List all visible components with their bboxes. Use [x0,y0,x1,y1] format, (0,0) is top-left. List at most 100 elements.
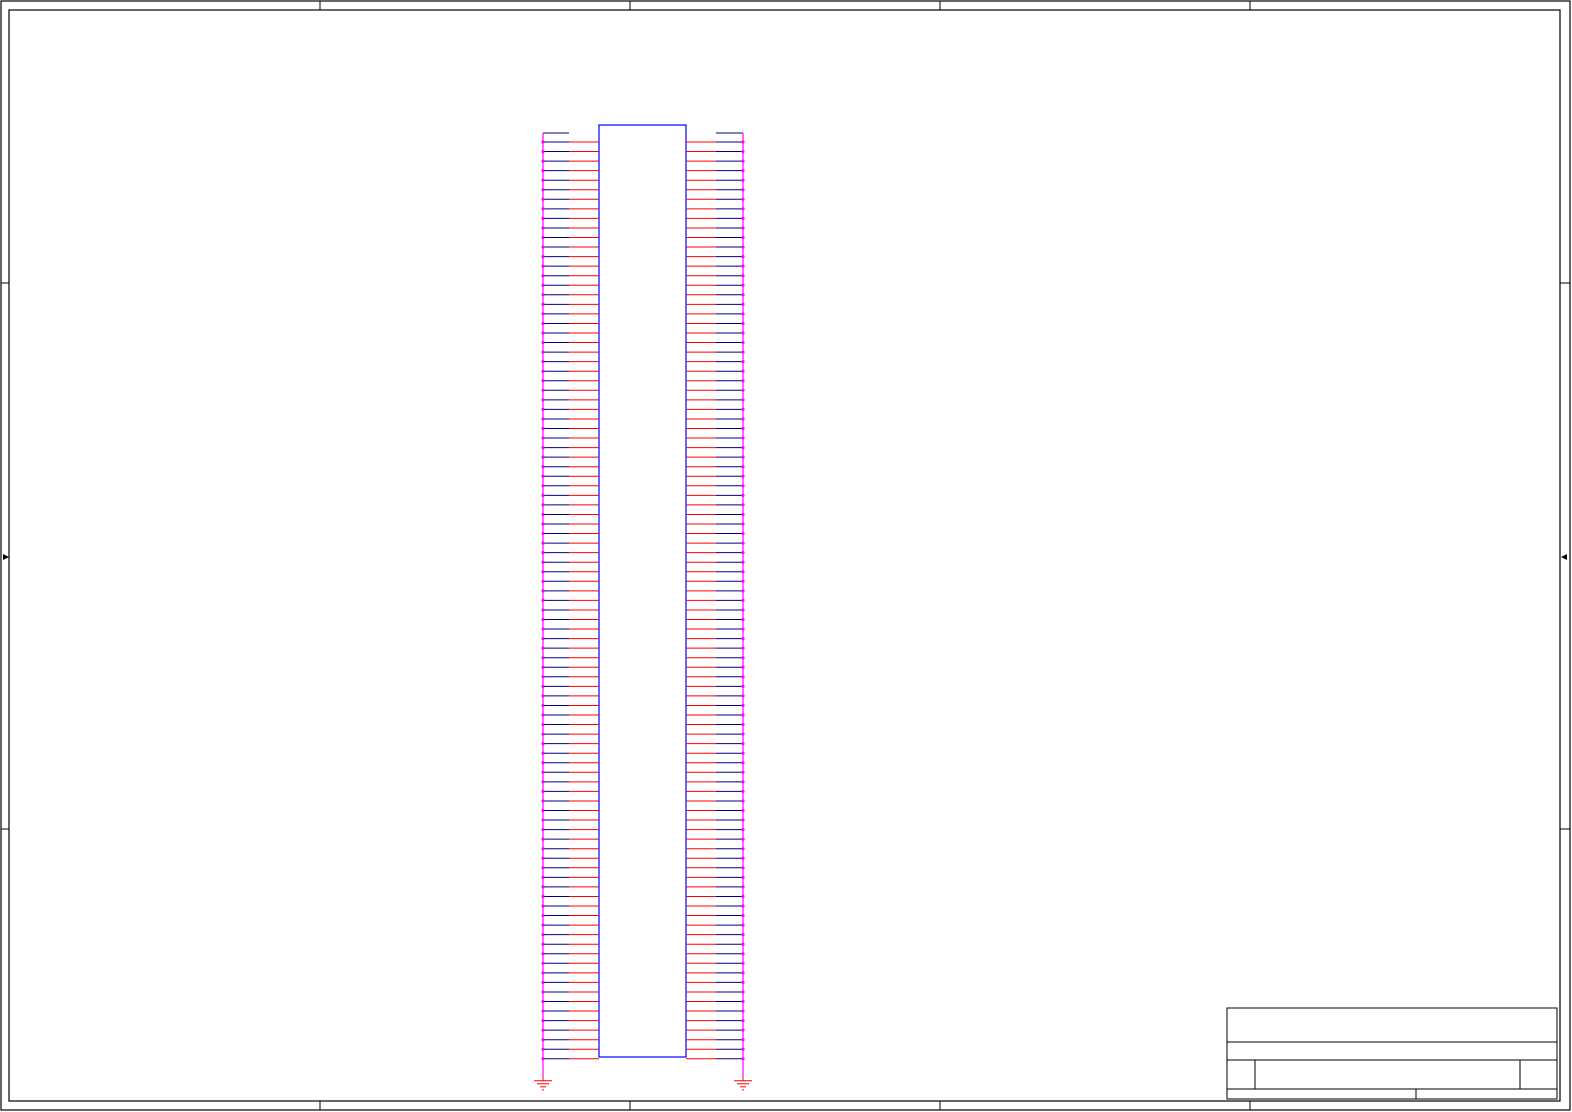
junction-dot-icon [541,331,545,335]
junction-dot-icon [541,140,545,144]
sheet-frame [0,0,1571,1111]
junction-dot-icon [541,703,545,708]
junction-dot-icon [541,722,545,727]
junction-dot-icon [741,999,745,1004]
junction-dot-icon [541,436,545,440]
junction-dot-icon [741,742,745,746]
junction-dot-icon [541,913,545,918]
title-block-frame [1226,1007,1558,1100]
outer-border [0,0,1571,1111]
junction-dot-icon [741,913,745,918]
junction-dot-icon [541,1028,545,1032]
junction-dot-icon [741,312,745,316]
junction-dot-icon [741,283,745,287]
junction-dot-icon [541,446,545,450]
junction-dot-icon [741,1047,745,1051]
junction-dot-icon [741,751,745,755]
junction-dot-icon [741,684,745,688]
junction-dot-icon [741,847,745,851]
junction-dot-icon [741,302,745,306]
junction-dot-icon [741,780,745,784]
junction-dot-icon [541,388,545,392]
junction-dot-icon [741,169,745,173]
junction-dot-icon [541,465,545,469]
junction-dot-icon [541,197,545,201]
junction-dot-icon [741,570,745,574]
junction-dot-icon [541,1009,545,1013]
junction-dot-icon [541,551,545,555]
junction-dot-icon [541,894,545,899]
junction-dot-icon [741,789,745,794]
junction-dot-icon [741,952,745,956]
junction-dot-icon [741,197,745,201]
junction-dot-icon [741,417,745,421]
junction-dot-icon [541,799,545,803]
junction-dot-icon [541,216,545,220]
junction-dot-icon [541,608,545,612]
junction-dot-icon [541,866,545,870]
junction-dot-icon [741,627,745,631]
junction-dot-icon [541,426,545,431]
junction-dot-icon [741,923,745,927]
junction-dot-icon [741,646,745,650]
junction-dot-icon [741,207,745,211]
junction-dot-icon [741,379,745,383]
junction-dot-icon [741,761,745,765]
junction-dot-icon [741,560,745,564]
junction-dot-icon [541,560,545,564]
junction-dot-icon [541,780,545,784]
junction-dot-icon [541,255,545,259]
junction-dot-icon [741,1028,745,1032]
connector-body [598,124,687,1058]
junction-dot-icon [541,828,545,832]
junction-dot-icon [541,274,545,278]
junction-dot-icon [741,255,745,259]
junction-dot-icon [541,627,545,631]
junction-dot-icon [541,369,545,373]
junction-dot-icon [541,875,545,879]
junction-dot-icon [541,808,545,813]
junction-dot-icon [741,598,745,603]
schematic-sheet [0,0,1571,1111]
junction-dot-icon [541,732,545,736]
arrow-icon [3,554,9,560]
junction-dot-icon [541,617,545,622]
junction-dot-icon [741,713,745,717]
junction-dot-icon [541,350,545,354]
junction-dot-icon [541,847,545,851]
junction-dot-icon [541,923,545,927]
junction-dot-icon [741,474,745,478]
junction-dot-icon [541,455,545,459]
junction-dot-icon [541,417,545,421]
junction-dot-icon [741,971,745,975]
junction-dot-icon [741,140,745,144]
junction-dot-icon [741,617,745,622]
junction-dot-icon [541,159,545,163]
junction-dot-icon [741,856,745,860]
junction-dot-icon [741,808,745,813]
junction-dot-icon [541,761,545,765]
junction-dot-icon [541,522,545,526]
junction-dot-icon [541,1047,545,1051]
junction-dot-icon [741,637,745,641]
junction-dot-icon [741,178,745,182]
junction-dot-icon [741,407,745,411]
junction-dot-icon [741,522,745,526]
junction-dot-icon [541,188,545,192]
junction-dot-icon [541,971,545,975]
inner-border [8,9,1561,1102]
junction-dot-icon [541,961,545,965]
junction-dot-icon [541,169,545,173]
junction-dot-icon [541,990,545,994]
junction-dot-icon [741,694,745,698]
junction-dot-icon [741,990,745,994]
junction-dot-icon [741,608,745,612]
junction-dot-icon [741,340,745,345]
junction-dot-icon [741,933,745,937]
junction-dot-icon [541,570,545,574]
junction-dot-icon [541,713,545,717]
junction-dot-icon [741,551,745,555]
junction-dot-icon [541,770,545,774]
junction-dot-icon [741,484,745,488]
junction-dot-icon [741,321,745,326]
